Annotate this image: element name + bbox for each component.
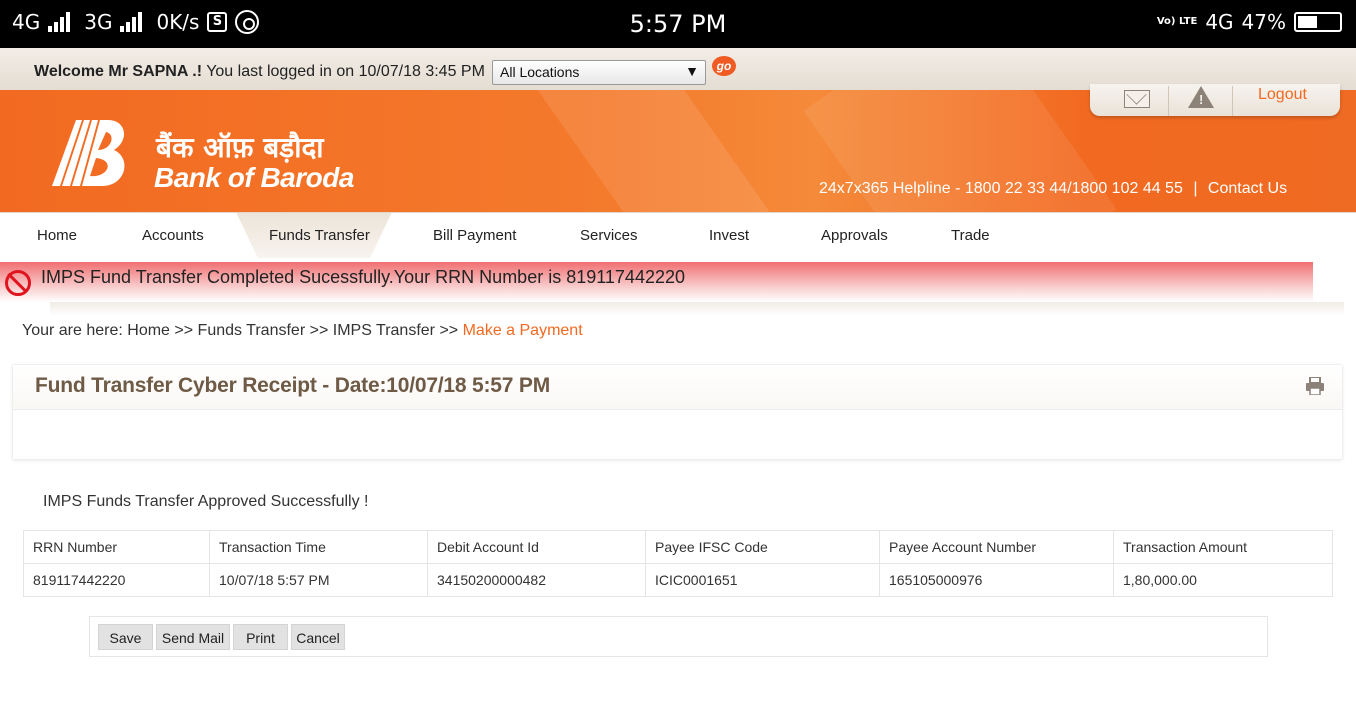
- column-header: Payee Account Number: [879, 530, 1114, 564]
- table-header-row: RRN Number Transaction Time Debit Accoun…: [23, 530, 1333, 564]
- receipt-panel: Fund Transfer Cyber Receipt - Date:10/07…: [12, 364, 1343, 460]
- column-header: Transaction Time: [209, 530, 428, 564]
- breadcrumb-prefix: Your are here:: [22, 322, 123, 339]
- nav-item-home[interactable]: Home: [37, 227, 77, 244]
- print-button[interactable]: Print: [233, 624, 288, 650]
- contact-us-link[interactable]: Contact Us: [1208, 180, 1287, 197]
- column-header: Transaction Amount: [1113, 530, 1333, 564]
- blocked-icon: [5, 270, 31, 296]
- bank-logo-icon[interactable]: [46, 116, 132, 188]
- helpline-separator: |: [1193, 180, 1198, 197]
- status-message-text: IMPS Fund Transfer Completed Sucessfully…: [41, 267, 685, 287]
- breadcrumb-current: Make a Payment: [462, 322, 583, 339]
- receipt-table: RRN Number Transaction Time Debit Accoun…: [23, 530, 1333, 597]
- breadcrumb: Your are here: Home >> Funds Transfer >>…: [22, 322, 583, 340]
- welcome-text: Welcome Mr SAPNA .! You last logged in o…: [34, 63, 485, 81]
- location-select[interactable]: All Locations ▼: [492, 60, 706, 85]
- mail-icon[interactable]: [1124, 90, 1150, 108]
- battery-percent: 47%: [1241, 10, 1286, 34]
- breadcrumb-separator: >>: [174, 322, 194, 339]
- helpline-text: 24x7x365 Helpline - 1800 22 33 44/1800 1…: [819, 180, 1183, 197]
- breadcrumb-funds-transfer[interactable]: Funds Transfer: [198, 322, 306, 339]
- table-cell: 1,80,000.00: [1113, 563, 1333, 597]
- table-row: 819117442220 10/07/18 5:57 PM 3415020000…: [23, 563, 1333, 597]
- battery-icon: [1294, 12, 1342, 32]
- breadcrumb-separator: >>: [439, 322, 459, 339]
- last-login: You last logged in on 10/07/18 3:45 PM: [206, 63, 485, 80]
- banner-decoration: [536, 90, 784, 212]
- column-header: Debit Account Id: [427, 530, 646, 564]
- status-right: Vo) LTE 4G 47%: [1157, 10, 1342, 34]
- table-cell: 819117442220: [23, 563, 210, 597]
- location-selected: All Locations: [500, 64, 580, 80]
- helpline: 24x7x365 Helpline - 1800 22 33 44/1800 1…: [819, 180, 1287, 198]
- clock: 5:57 PM: [629, 10, 727, 38]
- nav-item-invest[interactable]: Invest: [709, 227, 749, 244]
- alert-icon[interactable]: !: [1188, 86, 1214, 108]
- tab-divider: [1168, 86, 1169, 116]
- welcome-greeting: Welcome Mr SAPNA .!: [34, 63, 203, 80]
- nav-item-trade[interactable]: Trade: [951, 227, 990, 244]
- volte-icon: Vo) LTE: [1156, 16, 1198, 27]
- logo-hindi-text: बैंक ऑफ़ बड़ौदा: [156, 131, 324, 164]
- table-cell: 10/07/18 5:57 PM: [209, 563, 428, 597]
- table-cell: 34150200000482: [427, 563, 646, 597]
- breadcrumb-home[interactable]: Home: [127, 322, 170, 339]
- nav-item-services[interactable]: Services: [580, 227, 638, 244]
- status-bar: 4G 3G 0K/s S 5:57 PM Vo) LTE 4G 47%: [0, 0, 1356, 48]
- approval-text: IMPS Funds Transfer Approved Successfull…: [43, 493, 369, 510]
- network-type-3: 4G: [1205, 10, 1234, 34]
- nav-item-bill-payment[interactable]: Bill Payment: [433, 227, 516, 244]
- cancel-button[interactable]: Cancel: [291, 624, 345, 650]
- tab-divider: [1232, 86, 1233, 116]
- print-icon[interactable]: [1305, 377, 1325, 395]
- nav-item-funds-transfer[interactable]: Funds Transfer: [269, 227, 370, 244]
- go-button[interactable]: go: [712, 56, 736, 76]
- main-nav: Home Accounts Funds Transfer Bill Paymen…: [0, 212, 1356, 260]
- save-button[interactable]: Save: [98, 624, 153, 650]
- nav-item-approvals[interactable]: Approvals: [821, 227, 888, 244]
- column-header: Payee IFSC Code: [645, 530, 880, 564]
- table-cell: 165105000976: [879, 563, 1114, 597]
- message-shadow: [50, 302, 1344, 316]
- table-cell: ICIC0001651: [645, 563, 880, 597]
- dropdown-arrow-icon: ▼: [685, 63, 699, 79]
- logo-english-text: Bank of Baroda: [154, 162, 354, 193]
- logout-link[interactable]: Logout: [1258, 86, 1307, 104]
- breadcrumb-imps-transfer[interactable]: IMPS Transfer: [333, 322, 435, 339]
- nav-item-accounts[interactable]: Accounts: [142, 227, 204, 244]
- receipt-title: Fund Transfer Cyber Receipt - Date:10/07…: [35, 374, 550, 397]
- send-mail-button[interactable]: Send Mail: [156, 624, 230, 650]
- breadcrumb-separator: >>: [309, 322, 329, 339]
- column-header: RRN Number: [23, 530, 210, 564]
